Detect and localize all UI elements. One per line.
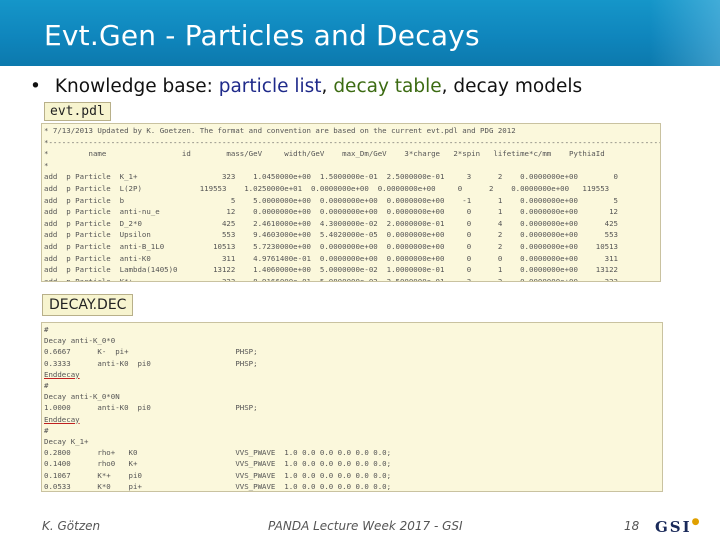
code-line: add p Particle anti-K0 311 4.9761400e-01… — [44, 253, 618, 263]
code-line: 1.0000 anti-K0 pi0 PHSP; — [44, 403, 258, 413]
code-line: 0.2800 rho+ K0 VVS_PWAVE 1.0 0.0 0.0 0.0… — [44, 448, 392, 458]
bullet-decay-models: decay models — [453, 76, 583, 97]
code-line: 0.1067 K*+ pi0 VVS_PWAVE 1.0 0.0 0.0 0.0… — [44, 470, 392, 480]
code-line: * name id mass/GeV width/GeV max_Dm/GeV … — [44, 149, 605, 159]
code-line: # — [44, 325, 49, 334]
gsi-logo-dot: ● — [691, 517, 700, 527]
code-line: add p Particle L(2P) 119553 1.0250000e+0… — [44, 184, 610, 193]
decay-dec-label: DECAY.DEC — [42, 294, 134, 316]
code-line: 0.6667 K- pi+ PHSP; — [44, 347, 258, 357]
code-line: add p Particle Lambda(1405)0 13122 1.406… — [44, 265, 618, 275]
code-line: # — [44, 381, 49, 390]
decay-dec-code-panel: # Decay anti-K_0*0 0.6667 K- pi+ PHSP; 0.33… — [41, 322, 663, 492]
code-line: Decay anti-K_0*0N — [44, 392, 120, 402]
code-line: 0.0533 K*0 pi+ VVS_PWAVE 1.0 0.0 0.0 0.0… — [44, 481, 392, 491]
code-line: Decay K_1+ — [44, 437, 89, 446]
code-line: *---------------------------------------… — [44, 137, 661, 147]
bullet-particle-list: particle list — [218, 76, 322, 97]
title-bar: Evt.Gen - Particles and Decays — [0, 0, 720, 66]
code-line: add p Particle anti-B_1L0 10513 5.723000… — [44, 242, 618, 251]
bullet-marker: • — [30, 76, 41, 97]
code-line: Enddecay — [44, 414, 80, 424]
footer-author: K. Götzen — [42, 519, 101, 533]
code-line: add p Particle K_1+ 323 1.0450000e+00 1.… — [44, 172, 618, 182]
bullet-decay-table: decay table — [333, 76, 442, 97]
code-line: 0.3333 anti-K0 pi0 PHSP; — [44, 358, 258, 368]
code-line: Enddecay — [44, 369, 80, 379]
evt-pdl-code-panel: * 7/13/2013 Updated by K. Goetzen. The f… — [41, 123, 661, 282]
gsi-logo-text: GSI — [655, 518, 692, 536]
code-line: add p Particle K*+ 323 8.9166000e-01 5.0… — [44, 276, 618, 282]
code-line: 0.1400 rho0 K+ VVS_PWAVE 1.0 0.0 0.0 0.0… — [44, 459, 392, 469]
code-line: * — [44, 160, 49, 170]
code-line: # — [44, 425, 49, 435]
code-line: add p Particle b 5 5.0000000e+00 0.00000… — [44, 195, 618, 205]
slide-title: Evt.Gen - Particles and Decays — [44, 19, 480, 52]
gsi-logo: GSI● — [655, 517, 700, 536]
code-line: add p Particle anti-nu_e 12 0.0000000e+0… — [44, 207, 618, 217]
code-line: Decay anti-K_0*0 — [44, 336, 116, 346]
code-line: * 7/13/2013 Updated by K. Goetzen. The f… — [44, 126, 516, 135]
bullet-knowledge-base: • Knowledge base: particle list, decay ta… — [30, 76, 582, 97]
footer-event: PANDA Lecture Week 2017 - GSI — [268, 519, 463, 533]
evt-pdl-label: evt.pdl — [44, 102, 111, 121]
title-bar-shade — [650, 0, 720, 66]
bullet-prefix: Knowledge base: — [54, 76, 219, 97]
footer-page-number: 18 — [624, 519, 640, 533]
bullet-separator-1: , — [321, 76, 334, 97]
code-line: add p Particle D_2*0 425 2.4610000e+00 4… — [44, 218, 618, 228]
bullet-separator-2: , — [441, 76, 454, 97]
code-line: add p Particle Upsilon 553 9.4603000e+00… — [44, 230, 618, 240]
